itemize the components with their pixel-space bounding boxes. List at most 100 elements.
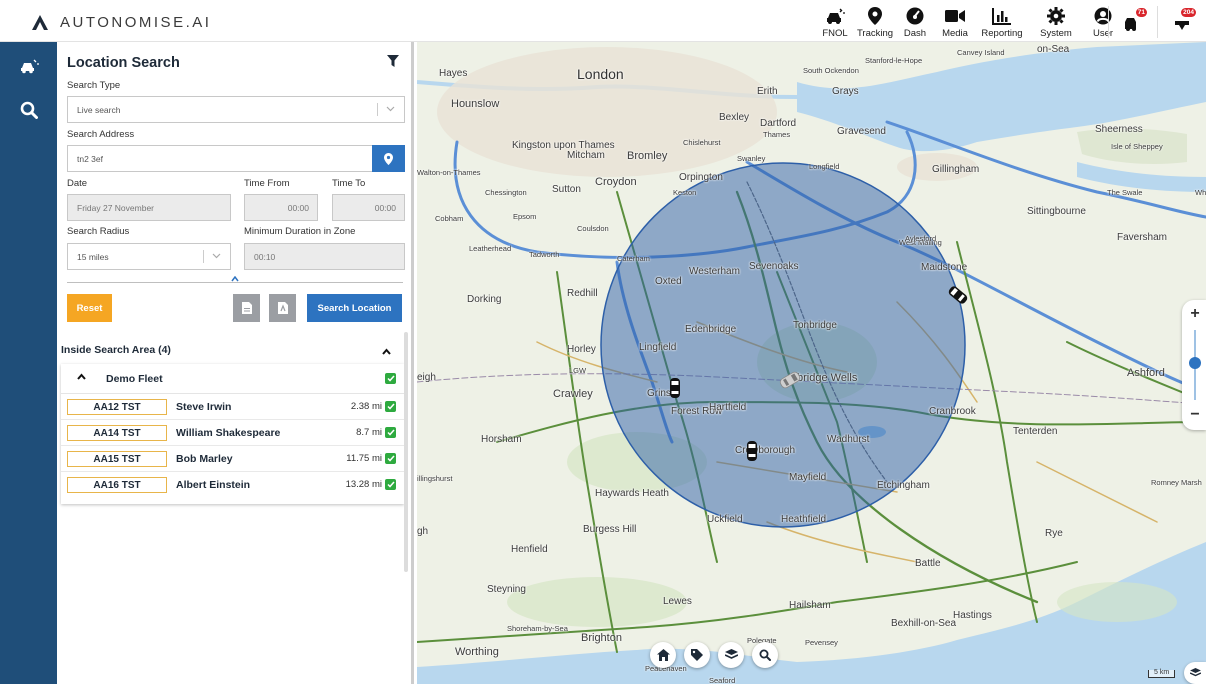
export-pdf-button[interactable] [269, 294, 296, 322]
place-on-sea: on-Sea [1037, 44, 1070, 55]
rail-search-button[interactable] [0, 88, 57, 132]
vehicle-row[interactable]: AA12 TST Steve Irwin 2.38 mi [61, 394, 404, 420]
map-view[interactable]: London Hayes Hounslow Kingston upon Tham… [417, 42, 1206, 684]
place-maidstone: Maidstone [921, 262, 968, 273]
place-cranbrook: Cranbrook [929, 406, 976, 417]
nav-fnol[interactable]: FNOL [816, 6, 854, 39]
vehicle-row[interactable]: AA16 TST Albert Einstein 13.28 mi [61, 472, 404, 498]
vehicle-marker-black[interactable] [946, 283, 970, 307]
nav-dash[interactable]: Dash [896, 6, 934, 39]
nav-media[interactable]: Media [936, 6, 974, 39]
map-layers-toggle[interactable] [1184, 662, 1206, 684]
logo[interactable]: AUTONOMISE.AI [30, 12, 211, 32]
vehicle-plate: AA12 TST [67, 399, 167, 415]
inside-collapse-button[interactable] [382, 342, 391, 360]
vehicle-alerts-button[interactable]: 71 [1117, 8, 1149, 36]
reset-button[interactable]: Reset [67, 294, 112, 322]
collapse-toggle[interactable] [231, 275, 239, 284]
place-chessington: Chessington [485, 188, 527, 197]
main-nav: FNOL Tracking Dash Media Reporting Syste… [814, 6, 1122, 39]
place-leatherhead: Leatherhead [469, 244, 512, 253]
place-bromley: Bromley [627, 150, 668, 162]
min-duration-label: Minimum Duration in Zone [244, 226, 356, 237]
nav-media-label: Media [942, 28, 968, 39]
filter-button[interactable] [387, 54, 399, 72]
layers-icon [1189, 668, 1201, 677]
vehicle-row[interactable]: AA14 TST William Shakespeare 8.7 mi [61, 420, 404, 446]
place-chislehurst: Chislehurst [683, 138, 721, 147]
vehicle-alerts-badge: 71 [1135, 8, 1147, 17]
place-london: London [577, 66, 624, 82]
search-type-select[interactable]: Live search [67, 96, 405, 123]
fleet-header[interactable]: Demo Fleet [61, 364, 404, 394]
zoom-slider-handle[interactable] [1189, 357, 1201, 369]
search-address-input[interactable]: tn2 3ef [67, 145, 373, 172]
place-caterham: Caterham [617, 254, 650, 263]
place-hayes: Hayes [439, 68, 468, 79]
place-crawley: Crawley [553, 388, 593, 400]
place-shoreham: Shoreham-by-Sea [507, 624, 568, 633]
export-document-button[interactable] [233, 294, 260, 322]
place-eigh: eigh [417, 372, 436, 383]
vehicle-marker-black[interactable] [665, 376, 685, 400]
vehicle-marker-grey[interactable] [778, 368, 802, 392]
nav-reporting[interactable]: Reporting [976, 6, 1028, 39]
nav-system[interactable]: System [1030, 6, 1082, 39]
search-radius-select[interactable]: 15 miles [67, 243, 231, 270]
vehicle-plate: AA14 TST [67, 425, 167, 441]
place-horsham: Horsham [481, 434, 522, 445]
place-the-swale: The Swale [1107, 188, 1143, 197]
vehicle-checkbox[interactable] [385, 453, 396, 464]
layers-button[interactable] [718, 642, 744, 668]
place-faversham: Faversham [1117, 232, 1168, 243]
place-burgess-hill: Burgess Hill [583, 524, 637, 535]
place-mitcham: Mitcham [567, 150, 605, 161]
map-pin-icon [384, 152, 393, 165]
vehicle-distance: 11.75 mi [346, 453, 382, 464]
time-from-input[interactable]: 00:00 [244, 194, 318, 221]
locate-address-button[interactable] [372, 145, 405, 172]
place-hailsham: Hailsham [789, 600, 831, 611]
zoom-in-button[interactable]: + [1186, 305, 1204, 323]
notification-alerts-button[interactable]: 204 [1166, 8, 1198, 36]
chevron-down-icon [212, 253, 221, 259]
zoom-out-button[interactable]: − [1186, 406, 1204, 424]
location-search-panel: Location Search Search Type Live search … [57, 42, 414, 684]
chevron-up-icon[interactable] [77, 373, 86, 380]
vehicle-checkbox[interactable] [385, 401, 396, 412]
map-pin-icon [868, 6, 882, 26]
home-button[interactable] [650, 642, 676, 668]
time-from-value: 00:00 [287, 202, 309, 213]
rail-vehicles-button[interactable] [0, 44, 57, 88]
alerts-divider [1108, 6, 1109, 38]
car-crash-icon [20, 59, 39, 74]
driver-name: Albert Einstein [176, 479, 251, 491]
pdf-icon [277, 302, 288, 314]
vehicle-checkbox[interactable] [385, 427, 396, 438]
place-keston: Keston [673, 188, 697, 197]
map-search-button[interactable] [752, 642, 778, 668]
tags-button[interactable] [684, 642, 710, 668]
time-from-label: Time From [244, 178, 290, 189]
panel-scrollbar[interactable] [404, 332, 408, 572]
vehicle-row[interactable]: AA15 TST Bob Marley 11.75 mi [61, 446, 404, 472]
place-oxted: Oxted [655, 276, 682, 287]
search-location-button[interactable]: Search Location [307, 294, 402, 322]
search-icon [20, 101, 38, 119]
vehicle-marker-black[interactable] [742, 439, 762, 463]
place-tonbridge: Tonbridge [793, 320, 837, 331]
filter-icon [387, 55, 399, 67]
place-gravesend: Gravesend [837, 126, 886, 137]
place-grays: Grays [832, 86, 859, 97]
vehicle-checkbox[interactable] [385, 479, 396, 490]
search-address-label: Search Address [67, 129, 135, 140]
check-icon [386, 455, 395, 462]
place-mayfield: Mayfield [789, 472, 827, 483]
min-duration-input[interactable]: 00:10 [244, 243, 405, 270]
date-input[interactable]: Friday 27 November [67, 194, 231, 221]
nav-tracking[interactable]: Tracking [856, 6, 894, 39]
nav-fnol-label: FNOL [822, 28, 848, 39]
fleet-checkbox[interactable] [385, 373, 396, 384]
time-to-input[interactable]: 00:00 [332, 194, 405, 221]
place-rye: Rye [1045, 528, 1063, 539]
